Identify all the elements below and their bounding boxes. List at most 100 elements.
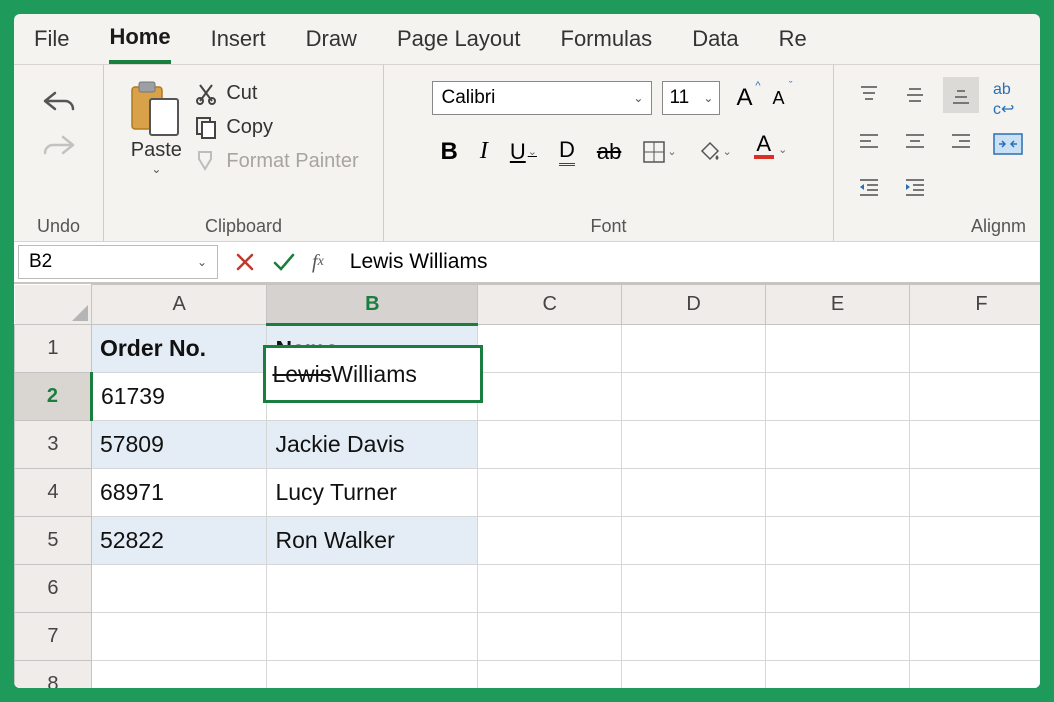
cell-a8[interactable] xyxy=(91,661,267,689)
col-header-d[interactable]: D xyxy=(622,285,766,325)
cut-button[interactable]: Cut xyxy=(194,81,358,105)
cell-f7[interactable] xyxy=(910,613,1040,661)
tab-review[interactable]: Re xyxy=(779,16,807,62)
cell-a1[interactable]: Order No. xyxy=(91,325,267,373)
col-header-c[interactable]: C xyxy=(478,285,622,325)
decrease-indent-button[interactable] xyxy=(851,169,887,205)
copy-button[interactable]: Copy xyxy=(194,115,358,139)
merge-button[interactable] xyxy=(993,133,1023,155)
cell-d5[interactable] xyxy=(622,517,766,565)
col-header-b[interactable]: B xyxy=(267,285,478,325)
cell-c1[interactable] xyxy=(478,325,622,373)
tab-formulas[interactable]: Formulas xyxy=(561,16,653,62)
cell-f1[interactable] xyxy=(910,325,1040,373)
cell-d1[interactable] xyxy=(622,325,766,373)
strikethrough-button[interactable]: ab xyxy=(597,139,621,165)
formula-input[interactable]: Lewis Williams xyxy=(340,250,1040,274)
cell-b2[interactable]: Lewis Williams Lewis Williams xyxy=(267,373,478,421)
cell-e2[interactable] xyxy=(766,373,910,421)
cell-f4[interactable] xyxy=(910,469,1040,517)
font-color-button[interactable]: A⌄ xyxy=(754,133,774,170)
cell-b3[interactable]: Jackie Davis xyxy=(267,421,478,469)
cell-a5[interactable]: 52822 xyxy=(91,517,267,565)
row-header-1[interactable]: 1 xyxy=(15,325,92,373)
cell-e5[interactable] xyxy=(766,517,910,565)
undo-button[interactable] xyxy=(41,89,77,117)
increase-indent-button[interactable] xyxy=(897,169,933,205)
cell-d6[interactable] xyxy=(622,565,766,613)
col-header-e[interactable]: E xyxy=(766,285,910,325)
cell-b7[interactable] xyxy=(267,613,478,661)
fx-button[interactable]: fx xyxy=(312,251,324,274)
font-name-select[interactable]: Calibri ⌄ xyxy=(432,81,652,115)
tab-draw[interactable]: Draw xyxy=(306,16,357,62)
cell-c7[interactable] xyxy=(478,613,622,661)
row-header-4[interactable]: 4 xyxy=(15,469,92,517)
redo-button[interactable] xyxy=(41,133,77,161)
tab-insert[interactable]: Insert xyxy=(211,16,266,62)
cell-c5[interactable] xyxy=(478,517,622,565)
align-middle-button[interactable] xyxy=(897,77,933,113)
col-header-f[interactable]: F xyxy=(910,285,1040,325)
row-header-3[interactable]: 3 xyxy=(15,421,92,469)
align-center-button[interactable] xyxy=(897,123,933,159)
cell-d7[interactable] xyxy=(622,613,766,661)
cell-f5[interactable] xyxy=(910,517,1040,565)
cell-a3[interactable]: 57809 xyxy=(91,421,267,469)
align-top-button[interactable] xyxy=(851,77,887,113)
cell-a6[interactable] xyxy=(91,565,267,613)
cell-d4[interactable] xyxy=(622,469,766,517)
underline-button[interactable]: U⌄ xyxy=(510,139,537,165)
cell-e6[interactable] xyxy=(766,565,910,613)
cell-f8[interactable] xyxy=(910,661,1040,689)
align-bottom-button[interactable] xyxy=(943,77,979,113)
row-header-2[interactable]: 2 xyxy=(15,373,92,421)
cell-c2[interactable] xyxy=(478,373,622,421)
align-right-button[interactable] xyxy=(943,123,979,159)
cell-d8[interactable] xyxy=(622,661,766,689)
tab-file[interactable]: File xyxy=(34,16,69,62)
increase-font-button[interactable]: A^ xyxy=(736,84,752,112)
cell-d2[interactable] xyxy=(622,373,766,421)
fill-color-button[interactable]: ⌄ xyxy=(699,141,732,163)
col-header-a[interactable]: A xyxy=(91,285,267,325)
cell-b8[interactable] xyxy=(267,661,478,689)
select-all-corner[interactable] xyxy=(15,285,92,325)
paste-button[interactable] xyxy=(128,79,184,139)
cell-b4[interactable]: Lucy Turner xyxy=(267,469,478,517)
borders-button[interactable]: ⌄ xyxy=(643,141,676,163)
align-left-button[interactable] xyxy=(851,123,887,159)
cell-e4[interactable] xyxy=(766,469,910,517)
cancel-edit-button[interactable] xyxy=(234,251,256,273)
decrease-font-button[interactable]: Aˇ xyxy=(773,84,785,112)
double-underline-button[interactable]: D xyxy=(559,137,575,166)
cell-f6[interactable] xyxy=(910,565,1040,613)
cell-c3[interactable] xyxy=(478,421,622,469)
cell-c4[interactable] xyxy=(478,469,622,517)
cell-editor[interactable]: Lewis Williams xyxy=(263,345,483,403)
cell-e3[interactable] xyxy=(766,421,910,469)
cell-b6[interactable] xyxy=(267,565,478,613)
row-header-8[interactable]: 8 xyxy=(15,661,92,689)
cell-e1[interactable] xyxy=(766,325,910,373)
tab-data[interactable]: Data xyxy=(692,16,738,62)
paste-dropdown[interactable]: ⌄ xyxy=(151,162,161,176)
cell-e8[interactable] xyxy=(766,661,910,689)
cell-c6[interactable] xyxy=(478,565,622,613)
italic-button[interactable]: I xyxy=(480,138,488,165)
cell-f2[interactable] xyxy=(910,373,1040,421)
cell-a4[interactable]: 68971 xyxy=(91,469,267,517)
row-header-5[interactable]: 5 xyxy=(15,517,92,565)
cell-b5[interactable]: Ron Walker xyxy=(267,517,478,565)
confirm-edit-button[interactable] xyxy=(272,251,296,273)
name-box[interactable]: B2 ⌄ xyxy=(18,245,218,279)
row-header-7[interactable]: 7 xyxy=(15,613,92,661)
cell-f3[interactable] xyxy=(910,421,1040,469)
cell-c8[interactable] xyxy=(478,661,622,689)
format-painter-button[interactable]: Format Painter xyxy=(194,149,358,173)
cell-d3[interactable] xyxy=(622,421,766,469)
tab-home[interactable]: Home xyxy=(109,14,170,64)
row-header-6[interactable]: 6 xyxy=(15,565,92,613)
tab-page-layout[interactable]: Page Layout xyxy=(397,16,521,62)
cell-e7[interactable] xyxy=(766,613,910,661)
